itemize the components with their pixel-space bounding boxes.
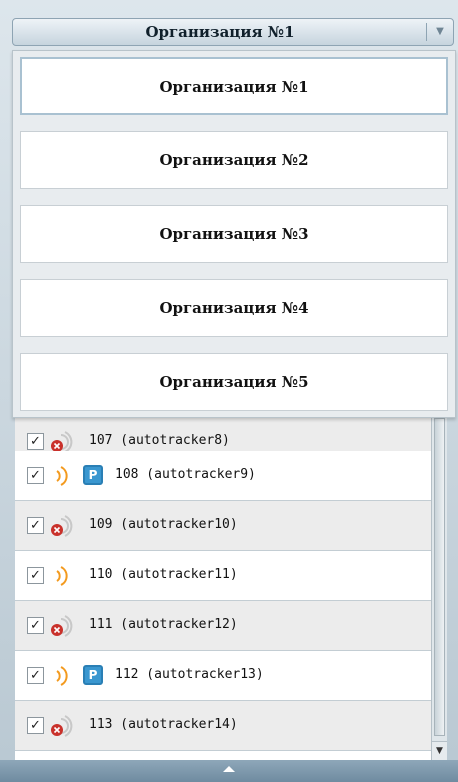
row-checkbox[interactable]: ✓ xyxy=(27,467,44,484)
signal-icon xyxy=(56,666,68,686)
table-row[interactable]: ✓ 111 (autotracker12) xyxy=(15,601,431,651)
row-checkbox[interactable]: ✓ xyxy=(27,617,44,634)
table-row[interactable]: ✓ P 112 (autotracker13) xyxy=(15,651,431,701)
signal-off-icon xyxy=(51,715,73,737)
dropdown-option-org-4[interactable]: Организация №4 xyxy=(20,279,448,337)
dropdown-option-org-3[interactable]: Организация №3 xyxy=(20,205,448,263)
row-checkbox[interactable]: ✓ xyxy=(27,433,44,450)
table-row[interactable]: ✓ 110 (autotracker11) xyxy=(15,551,431,601)
chevron-down-icon[interactable]: ▼ xyxy=(427,19,453,45)
table-row[interactable]: ✓ P 108 (autotracker9) xyxy=(15,451,431,501)
signal-icon xyxy=(56,466,68,486)
dropdown-option-org-1[interactable]: Организация №1 xyxy=(20,57,448,115)
row-label: 113 (autotracker14) xyxy=(89,717,238,732)
list-scrollbar[interactable]: ▼ xyxy=(431,418,447,760)
signal-icon xyxy=(56,566,68,586)
signal-off-icon xyxy=(51,515,73,537)
organization-combobox-value: Организация №1 xyxy=(145,23,295,41)
row-label: 107 (autotracker8) xyxy=(89,433,230,448)
table-row[interactable]: ✓ 109 (autotracker10) xyxy=(15,501,431,551)
tracker-list: ✓ 107 (autotracker8) ✓ P 108 (autotracke… xyxy=(15,418,431,760)
organization-combobox[interactable]: Организация №1 ▼ xyxy=(12,18,454,46)
organization-panel: Организация №1 ▼ ✓ 107 (autotracker8) ✓ … xyxy=(0,0,458,782)
row-label: 109 (autotracker10) xyxy=(89,517,238,532)
collapse-bar[interactable] xyxy=(0,760,458,782)
row-checkbox[interactable]: ✓ xyxy=(27,667,44,684)
row-checkbox[interactable]: ✓ xyxy=(27,517,44,534)
organization-dropdown: Организация №1 Организация №2 Организаци… xyxy=(12,50,456,418)
table-row[interactable]: ✓ 113 (autotracker14) xyxy=(15,701,431,751)
signal-off-icon xyxy=(51,615,73,637)
dropdown-option-org-5[interactable]: Организация №5 xyxy=(20,353,448,411)
dropdown-option-org-2[interactable]: Организация №2 xyxy=(20,131,448,189)
row-label: 110 (autotracker11) xyxy=(89,567,238,582)
row-label: 108 (autotracker9) xyxy=(115,467,256,482)
row-label: 112 (autotracker13) xyxy=(115,667,264,682)
chevron-down-icon[interactable]: ▼ xyxy=(432,741,447,760)
row-checkbox[interactable]: ✓ xyxy=(27,567,44,584)
row-label: 111 (autotracker12) xyxy=(89,617,238,632)
row-checkbox[interactable]: ✓ xyxy=(27,717,44,734)
scrollbar-thumb[interactable] xyxy=(434,418,445,736)
parking-icon: P xyxy=(83,465,103,485)
chevron-up-icon[interactable] xyxy=(223,766,235,772)
parking-icon: P xyxy=(83,665,103,685)
